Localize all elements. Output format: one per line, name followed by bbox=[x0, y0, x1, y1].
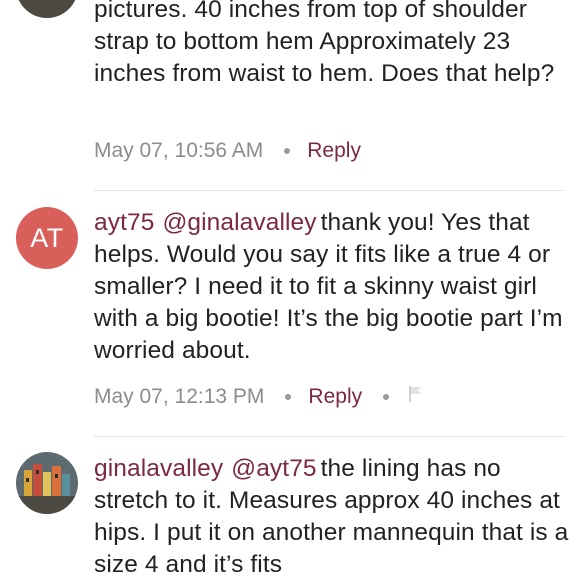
avatar[interactable] bbox=[16, 452, 78, 514]
separator-dot bbox=[285, 394, 292, 400]
username-link[interactable]: ginalavalley bbox=[94, 455, 223, 482]
reply-link[interactable]: Reply bbox=[308, 385, 362, 409]
timestamp: May 07, 12:13 PM bbox=[94, 385, 265, 408]
timestamp: May 07, 10:56 AM bbox=[94, 139, 264, 162]
flag-icon[interactable] bbox=[408, 385, 422, 409]
comment-text-content: pictures. 40 inches from top of shoulder… bbox=[94, 0, 555, 87]
username-link[interactable]: ayt75 bbox=[94, 209, 154, 236]
mention-link[interactable]: @ginalavalley bbox=[162, 209, 316, 236]
comment-text: pictures. 40 inches from top of shoulder… bbox=[94, 0, 570, 90]
divider bbox=[94, 190, 564, 191]
mention-link[interactable]: @ayt75 bbox=[231, 455, 316, 482]
avatar[interactable] bbox=[16, 0, 78, 18]
comment-text: ginalavalley @ayt75 the lining has no stre… bbox=[94, 453, 570, 580]
colorful-houses-photo-icon bbox=[16, 0, 78, 18]
colorful-houses-photo-icon bbox=[16, 452, 78, 514]
comment-meta: May 07, 10:56 AM Reply bbox=[94, 136, 361, 166]
comment-meta: May 07, 12:13 PM Reply bbox=[94, 382, 422, 412]
reply-link[interactable]: Reply bbox=[307, 139, 361, 163]
avatar[interactable]: AT bbox=[16, 207, 78, 269]
separator-dot bbox=[383, 394, 390, 400]
divider bbox=[94, 436, 564, 437]
separator-dot bbox=[284, 148, 291, 154]
comment-text: ayt75 @ginalavalley thank you! Yes that he… bbox=[94, 207, 570, 367]
avatar-initials: AT bbox=[30, 222, 64, 253]
